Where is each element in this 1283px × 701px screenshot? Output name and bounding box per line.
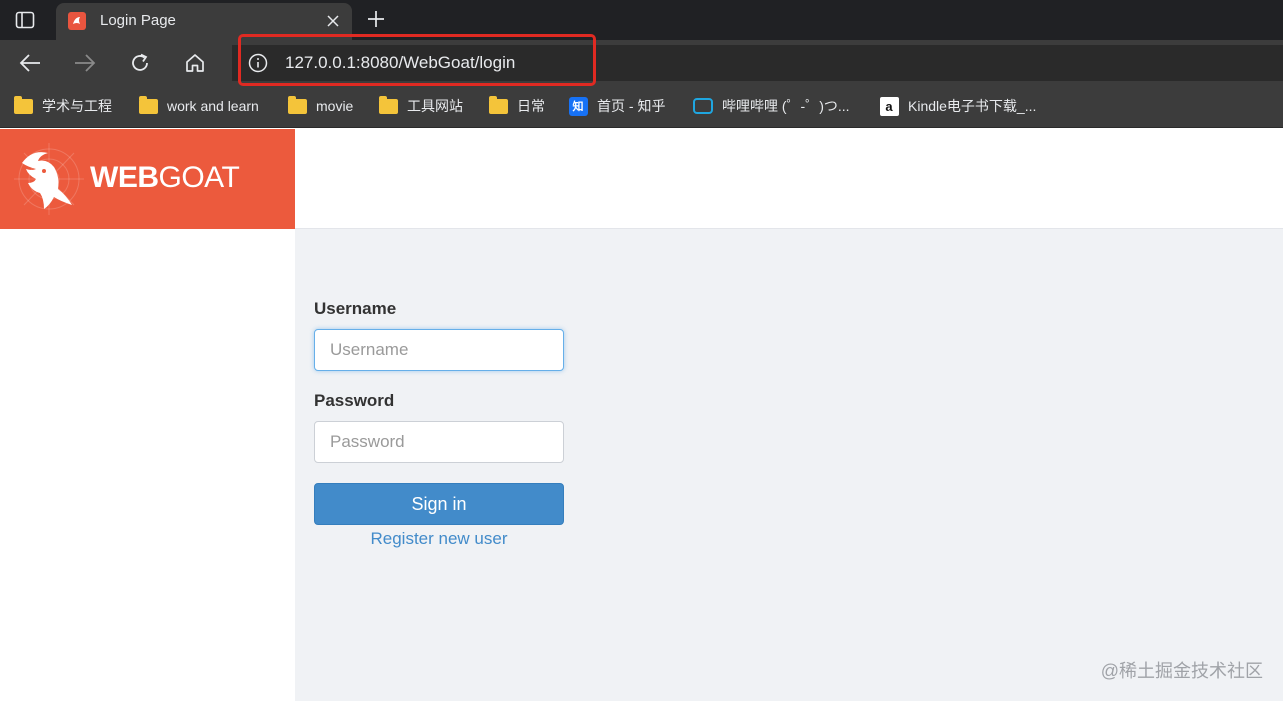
home-icon[interactable] xyxy=(181,49,209,77)
folder-icon xyxy=(488,95,508,115)
browser-tab-bar: Login Page xyxy=(0,0,1283,40)
goat-logo-icon xyxy=(14,143,84,215)
webgoat-favicon-icon xyxy=(68,12,86,30)
bookmark-item[interactable]: movie xyxy=(287,95,353,117)
left-sidebar xyxy=(0,229,295,701)
tab-title: Login Page xyxy=(100,12,176,29)
folder-icon xyxy=(287,95,307,115)
bookmark-item[interactable]: a Kindle电子书下载_... xyxy=(879,95,1036,117)
url-highlight-annotation xyxy=(238,34,596,86)
bookmark-label: work and learn xyxy=(167,98,259,114)
bookmark-item[interactable]: 知 首页 - 知乎 xyxy=(568,95,665,117)
folder-icon xyxy=(138,95,158,115)
bilibili-icon xyxy=(693,97,713,115)
bookmark-label: 首页 - 知乎 xyxy=(597,98,666,114)
webgoat-page: WEBGOAT Username Password Sign in Regist… xyxy=(0,129,1283,701)
tab-actions-icon[interactable] xyxy=(12,8,38,32)
top-header-bar xyxy=(295,129,1283,229)
bookmarks-bar: 学术与工程 work and learn movie 工具网站 日常 知 首页 … xyxy=(0,86,1283,128)
new-tab-icon[interactable] xyxy=(364,7,388,31)
main-content: Username Password Sign in Register new u… xyxy=(295,229,1283,701)
brand-logo-text: WEBGOAT xyxy=(90,161,240,195)
forward-icon[interactable] xyxy=(71,49,99,77)
amazon-icon: a xyxy=(879,96,899,116)
bookmark-item[interactable]: work and learn xyxy=(138,95,259,117)
username-label: Username xyxy=(314,299,397,318)
watermark-text: @稀土掘金技术社区 xyxy=(1100,661,1263,681)
bookmark-item[interactable]: 工具网站 xyxy=(378,95,463,117)
brand-bold-text: WEB xyxy=(90,161,159,194)
bookmark-label: 日常 xyxy=(517,98,545,114)
brand-header[interactable]: WEBGOAT xyxy=(0,129,295,229)
bookmark-label: 工具网站 xyxy=(407,98,463,114)
close-tab-icon[interactable] xyxy=(324,12,342,30)
bookmark-label: movie xyxy=(316,98,354,114)
browser-toolbar: 127.0.0.1:8080/WebGoat/login xyxy=(0,40,1283,86)
bookmark-label: 学术与工程 xyxy=(42,98,112,114)
folder-icon xyxy=(378,95,398,115)
bookmark-item[interactable]: 日常 xyxy=(488,95,545,117)
password-label: Password xyxy=(314,391,395,410)
brand-light-text: GOAT xyxy=(158,161,240,194)
zhihu-icon: 知 xyxy=(568,96,588,116)
back-icon[interactable] xyxy=(16,49,44,77)
register-new-user-link[interactable]: Register new user xyxy=(314,529,564,549)
username-input[interactable] xyxy=(314,329,564,371)
reload-icon[interactable] xyxy=(126,49,154,77)
folder-icon xyxy=(13,95,33,115)
bookmark-label: 哔哩哔哩 (゜-゜)つ... xyxy=(722,98,850,114)
password-input[interactable] xyxy=(314,421,564,463)
bookmark-item[interactable]: 哔哩哔哩 (゜-゜)つ... xyxy=(693,95,850,117)
sign-in-button[interactable]: Sign in xyxy=(314,483,564,525)
login-form: Username Password Sign in Register new u… xyxy=(314,299,564,549)
bookmark-label: Kindle电子书下载_... xyxy=(908,98,1037,114)
bookmark-item[interactable]: 学术与工程 xyxy=(13,95,112,117)
